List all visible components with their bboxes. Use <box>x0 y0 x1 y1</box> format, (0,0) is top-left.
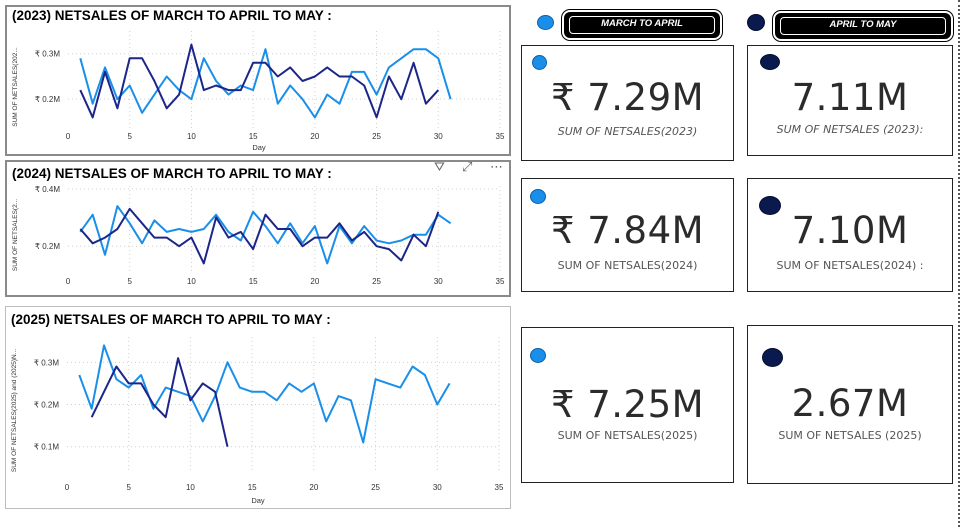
x-tick-label: 15 <box>249 277 258 286</box>
y-axis-label: SUM OF NETSALES(2... <box>12 199 19 271</box>
line-chart-2025[interactable]: ₹ 0.1M ₹ 0.2M ₹ 0.3M 0 5 10 15 20 25 30 35 Day SUM O… <box>6 307 510 508</box>
card-netsales-2023-march-april[interactable]: ₹ 7.29M SUM OF NETSALES(2023) <box>521 45 734 161</box>
x-tick-label: 10 <box>187 132 196 141</box>
x-tick-label: 30 <box>434 277 443 286</box>
legend-dot-april-may <box>747 14 765 31</box>
card-label: SUM OF NETSALES (2023): <box>776 123 924 136</box>
card-value: 2.67M <box>791 382 909 425</box>
x-axis-label: Day <box>252 143 266 152</box>
y-axis-label: SUM OF NETSALES(2025) and (2025)N... <box>11 349 18 472</box>
chart-panel-2023[interactable]: (2023) NETSALES OF MARCH TO APRIL TO MAY… <box>5 5 511 156</box>
y-tick-label: ₹ 0.4M <box>35 185 60 194</box>
card-netsales-2025-april-may[interactable]: 2.67M SUM OF NETSALES (2025) <box>747 325 953 484</box>
card-label: SUM OF NETSALES(2025) <box>557 429 698 442</box>
y-tick-label: ₹ 0.3M <box>35 50 60 59</box>
x-tick-label: 15 <box>248 483 257 492</box>
card-netsales-2025-march-april[interactable]: ₹ 7.25M SUM OF NETSALES(2025) <box>521 327 734 483</box>
card-dot-light <box>532 55 547 70</box>
y-tick-label: ₹ 0.2M <box>35 242 60 251</box>
x-tick-label: 0 <box>66 277 71 286</box>
visual-header: ⛛ ⤢ ⋯ <box>434 160 514 180</box>
x-tick-label: 15 <box>249 132 258 141</box>
card-label: SUM OF NETSALES(2024) <box>557 259 698 272</box>
focus-mode-icon[interactable]: ⤢ <box>462 160 472 175</box>
filter-icon[interactable]: ⛛ <box>434 160 445 175</box>
card-label: SUM OF NETSALES (2025) <box>778 429 922 442</box>
x-tick-label: 25 <box>371 483 380 492</box>
x-tick-label: 10 <box>186 483 195 492</box>
x-tick-label: 35 <box>496 277 505 286</box>
card-dot-dark <box>760 54 780 70</box>
series-line-dark <box>79 43 440 119</box>
x-tick-label: 25 <box>372 277 381 286</box>
card-label: SUM OF NETSALES(2024) : <box>776 259 924 272</box>
card-netsales-2023-april-may[interactable]: 7.11M SUM OF NETSALES (2023): <box>747 45 953 156</box>
x-tick-label: 5 <box>127 277 132 286</box>
card-netsales-2024-march-april[interactable]: ₹ 7.84M SUM OF NETSALES(2024) <box>521 178 734 292</box>
x-tick-label: 35 <box>496 132 505 141</box>
x-tick-label: 5 <box>127 132 132 141</box>
x-tick-label: 25 <box>372 132 381 141</box>
x-tick-label: 30 <box>434 132 443 141</box>
chart-panel-2025[interactable]: (2025) NETSALES OF MARCH TO APRIL TO MAY… <box>5 306 511 509</box>
march-april-label: MARCH TO APRIL <box>569 16 715 34</box>
x-tick-label: 0 <box>66 132 71 141</box>
x-tick-label: 20 <box>309 483 318 492</box>
card-value: ₹ 7.29M <box>550 76 705 119</box>
line-chart-2024[interactable]: ₹ 0.2M ₹ 0.4M 0 5 10 15 20 25 30 35 SUM OF NETSALE… <box>7 162 509 295</box>
y-tick-label: ₹ 0.1M <box>34 443 59 452</box>
series-line-dark <box>90 357 229 447</box>
y-tick-label: ₹ 0.3M <box>34 358 59 367</box>
card-value: 7.11M <box>791 76 909 119</box>
chart-panel-2024[interactable]: (2024) NETSALES OF MARCH TO APRIL TO MAY… <box>5 160 511 297</box>
march-april-button[interactable]: MARCH TO APRIL <box>564 12 720 38</box>
legend-dot-march-april <box>537 15 554 30</box>
line-chart-2023[interactable]: ₹ 0.2M ₹ 0.3M 0 5 10 15 20 25 30 35 Day SUM OF NETS… <box>7 7 509 154</box>
x-tick-label: 30 <box>433 483 442 492</box>
more-options-icon[interactable]: ⋯ <box>490 160 503 175</box>
x-tick-label: 35 <box>495 483 504 492</box>
y-tick-label: ₹ 0.2M <box>34 401 59 410</box>
x-tick-label: 20 <box>310 132 319 141</box>
page-boundary-line <box>958 0 960 527</box>
april-may-label: APRIL TO MAY <box>780 17 946 35</box>
card-value: ₹ 7.84M <box>550 209 705 252</box>
series-line-light <box>79 48 452 119</box>
x-tick-label: 0 <box>65 483 70 492</box>
card-value: 7.10M <box>791 209 909 252</box>
y-axis-label: SUM OF NETSALES(202... <box>12 47 19 127</box>
x-tick-label: 10 <box>187 277 196 286</box>
card-dot-light <box>530 348 546 363</box>
series-line-light <box>78 344 451 444</box>
card-netsales-2024-april-may[interactable]: 7.10M SUM OF NETSALES(2024) : <box>747 178 953 292</box>
x-tick-label: 5 <box>126 483 131 492</box>
x-axis-label: Day <box>251 496 265 505</box>
card-label: SUM OF NETSALES(2023) <box>557 125 698 138</box>
card-dot-light <box>530 189 546 204</box>
x-tick-label: 20 <box>310 277 319 286</box>
series-line-dark <box>79 207 440 265</box>
y-tick-label: ₹ 0.2M <box>35 95 60 104</box>
april-may-button[interactable]: APRIL TO MAY <box>775 13 951 39</box>
card-dot-dark <box>762 348 783 367</box>
card-value: ₹ 7.25M <box>550 383 705 426</box>
